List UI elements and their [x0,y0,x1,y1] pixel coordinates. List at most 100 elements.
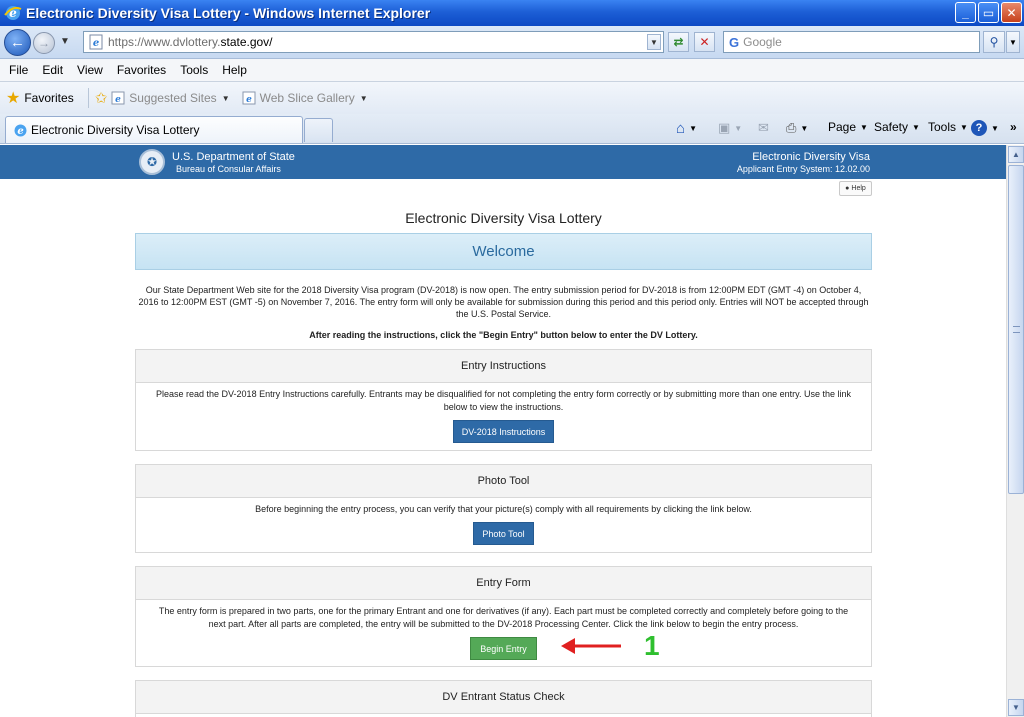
vertical-scrollbar[interactable]: ▲ ▼ [1006,145,1024,717]
feeds-button[interactable]: ▣ ▼ [718,120,742,136]
panel-text: The entry form is prepared in two parts,… [158,606,849,629]
scroll-down-button[interactable]: ▼ [1008,699,1024,716]
site-header: ✪ U.S. Department of State Bureau of Con… [0,145,1006,179]
page-menu[interactable]: Page ▼ [828,120,868,134]
new-tab-button[interactable] [304,118,333,142]
favorites-star-icon: ★ [6,90,21,107]
panel-title: Entry Instructions [136,350,871,383]
suggested-sites-label: Suggested Sites [129,91,217,105]
print-button[interactable]: ⎙ ▼ [786,120,808,136]
menu-edit[interactable]: Edit [35,63,70,77]
favorites-button[interactable]: Favorites [24,91,73,105]
bureau-name: Bureau of Consular Affairs [176,164,281,174]
home-button[interactable]: ⌂ ▼ [676,120,697,137]
page-title: Electronic Diversity Visa Lottery [405,210,602,226]
url-host: state.gov/ [220,35,273,49]
grip-icon [1013,326,1020,333]
read-mail-button[interactable]: ✉ [758,120,769,136]
info-circle-icon: ● [845,185,850,192]
tab-electronic-diversity-visa-lottery[interactable]: e Electronic Diversity Visa Lottery [5,116,303,143]
url-dropdown[interactable]: ▼ [647,34,661,50]
back-arrow-icon: ← [10,34,25,51]
google-icon: G [729,34,740,50]
panel-text: Before beginning the entry process, you … [255,504,752,514]
suggested-sites-link[interactable]: e Suggested Sites ▼ [111,91,230,105]
tab-label: Electronic Diversity Visa Lottery [31,123,200,137]
search-input[interactable]: G Google [723,31,980,53]
entry-form-panel: Entry Form The entry form is prepared in… [135,566,872,667]
stop-button[interactable]: ✕ [694,32,715,52]
ie-logo-icon: e [4,6,22,20]
menu-favorites[interactable]: Favorites [110,63,173,77]
ie-page-icon: e [111,91,125,105]
svg-text:e: e [246,95,252,105]
state-department-seal-icon: ✪ [139,149,165,175]
safety-menu[interactable]: Safety ▼ [874,120,920,134]
help-menu[interactable]: ? ▼ [971,120,999,136]
url-scheme: https://www.dvlottery. [108,35,221,49]
photo-tool-button[interactable]: Photo Tool [473,522,534,545]
intro-text: Our State Department Web site for the 20… [138,285,869,319]
printer-icon: ⎙ [786,120,797,135]
menu-tools[interactable]: Tools [173,63,215,77]
close-button[interactable]: ✕ [1001,2,1022,23]
menu-bar: File Edit View Favorites Tools Help [0,59,1024,82]
tab-row: e Electronic Diversity Visa Lottery ⌂ ▼ ▣… [0,114,1024,144]
search-button[interactable]: ⚲ [983,31,1005,53]
panel-text: Please read the DV-2018 Entry Instructio… [156,389,851,412]
forward-button[interactable]: → [33,32,55,54]
safety-menu-label: Safety [874,120,909,134]
chevron-down-icon: ▼ [860,122,868,132]
address-bar: ← → ▼ e https://www.dvlottery. state.gov/… [0,26,1024,59]
welcome-banner: Welcome [135,233,872,270]
more-commands-button[interactable]: » [1010,120,1017,134]
page-menu-label: Page [828,120,857,134]
maximize-button[interactable]: ▭ [978,2,999,23]
chevron-down-icon: ▼ [221,93,230,103]
forward-arrow-icon: → [38,36,50,50]
department-name: U.S. Department of State [172,151,295,163]
chevron-down-icon: ▼ [991,123,999,133]
recent-pages-dropdown[interactable]: ▼ [60,36,70,47]
help-button[interactable]: ● Help [839,181,872,196]
chevron-down-icon: ▼ [912,122,920,132]
refresh-button[interactable]: ⇄ [668,32,689,52]
stop-icon: ✕ [699,35,710,49]
window-title-bar: e Electronic Diversity Visa Lottery - Wi… [0,0,1024,26]
photo-tool-panel: Photo Tool Before beginning the entry pr… [135,464,872,553]
svg-text:e: e [17,126,23,137]
refresh-icon: ⇄ [673,35,684,49]
system-version: Applicant Entry System: 12.02.00 [736,164,870,174]
annotation-arrow-icon [561,638,621,654]
add-favorite-icon[interactable]: ✩ [95,89,108,107]
minimize-button[interactable]: _ [955,2,976,23]
web-slice-gallery-link[interactable]: e Web Slice Gallery ▼ [242,91,368,105]
instructions-button[interactable]: DV-2018 Instructions [452,420,555,443]
page-icon: e [89,34,103,50]
scroll-up-button[interactable]: ▲ [1008,146,1024,163]
menu-view[interactable]: View [70,63,110,77]
panel-title: Entry Form [136,567,871,600]
web-slice-gallery-label: Web Slice Gallery [259,91,355,105]
intro-instruction: After reading the instructions, click th… [309,330,698,340]
window-title: Electronic Diversity Visa Lottery - Wind… [26,5,431,21]
annotation-number: 1 [644,630,660,661]
entry-instructions-panel: Entry Instructions Please read the DV-20… [135,349,872,451]
chevron-down-icon: ▼ [689,124,697,133]
panel-title: DV Entrant Status Check [136,681,871,714]
scroll-thumb[interactable] [1008,165,1024,494]
search-options-dropdown[interactable]: ▼ [1006,31,1020,53]
menu-file[interactable]: File [2,63,35,77]
ie-page-icon: e [242,91,256,105]
chevron-down-icon: ▼ [359,93,368,103]
begin-entry-button[interactable]: Begin Entry [470,637,537,660]
help-icon: ? [971,120,987,136]
tools-menu-label: Tools [928,120,957,134]
tools-menu[interactable]: Tools ▼ [928,120,968,134]
mail-icon: ✉ [758,120,769,135]
url-input[interactable]: e https://www.dvlottery. state.gov/ ▼ [83,31,664,53]
back-button[interactable]: ← [4,29,31,56]
menu-help[interactable]: Help [215,63,254,77]
svg-text:e: e [115,95,121,105]
chevron-down-icon: ▼ [800,123,809,133]
